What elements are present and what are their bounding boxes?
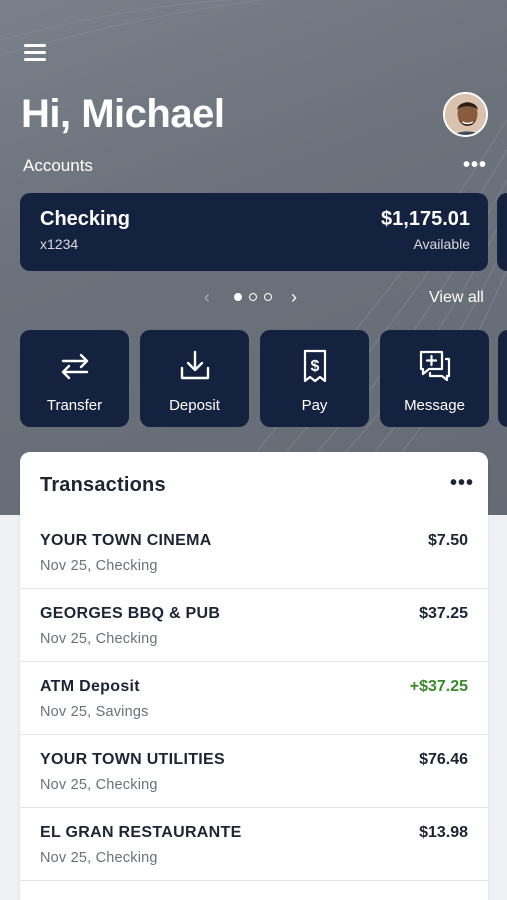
pay-icon: $ xyxy=(303,349,326,383)
greeting-title: Hi, Michael xyxy=(21,92,225,136)
transaction-detail: Nov 25, Checking xyxy=(40,558,158,574)
account-number: x1234 xyxy=(40,236,79,252)
accounts-label: Accounts xyxy=(23,156,93,175)
pager-dot-1[interactable] xyxy=(234,293,242,301)
more-actions-peek[interactable] xyxy=(498,330,507,427)
chevron-right-icon[interactable]: › xyxy=(291,287,297,308)
message-icon xyxy=(419,350,450,382)
menu-icon[interactable] xyxy=(24,44,46,62)
account-carousel-pager: ‹ › xyxy=(200,287,310,307)
transaction-merchant: GEORGES BBQ & PUB xyxy=(40,605,221,622)
transaction-amount: $37.25 xyxy=(419,605,468,622)
transaction-detail: Nov 25, Checking xyxy=(40,631,158,647)
svg-text:$: $ xyxy=(310,358,319,375)
message-button[interactable]: Message xyxy=(380,330,489,427)
transactions-more-button[interactable]: ••• xyxy=(450,472,474,495)
message-label: Message xyxy=(404,397,465,414)
view-all-accounts-link[interactable]: View all xyxy=(429,289,484,307)
transaction-amount: +$37.25 xyxy=(409,678,468,695)
next-account-card-peek[interactable] xyxy=(497,193,507,271)
pager-dot-2[interactable] xyxy=(249,293,257,301)
account-card-checking[interactable]: Checking x1234 $1,175.01 Available xyxy=(20,193,488,271)
transactions-card: Transactions ••• YOUR TOWN CINEMA Nov 25… xyxy=(20,452,488,900)
transaction-row[interactable]: YOUR TOWN UTILITIES Nov 25, Checking $76… xyxy=(20,735,488,808)
transaction-amount: $13.98 xyxy=(419,824,468,841)
deposit-button[interactable]: Deposit xyxy=(140,330,249,427)
transaction-row[interactable]: GEORGES BBQ & PUB Nov 25, Checking $37.2… xyxy=(20,589,488,662)
transfer-icon xyxy=(61,353,88,380)
pay-label: Pay xyxy=(301,397,328,414)
transaction-amount: $7.50 xyxy=(427,532,468,549)
transaction-row[interactable]: YOUR TOWN CINEMA Nov 25, Checking $7.50 xyxy=(20,516,488,589)
deposit-icon xyxy=(180,350,209,380)
transactions-title: Transactions xyxy=(40,474,166,496)
pay-button[interactable]: $ Pay xyxy=(260,330,369,427)
transaction-detail: Nov 25, Savings xyxy=(40,704,149,720)
transfer-button[interactable]: Transfer xyxy=(20,330,129,427)
transaction-merchant: ATM Deposit xyxy=(40,678,140,695)
avatar[interactable] xyxy=(443,92,488,137)
account-balance-label: Available xyxy=(413,236,470,252)
transfer-label: Transfer xyxy=(46,397,103,414)
transaction-row[interactable]: EL GRAN RESTAURANTE Nov 25, Checking $13… xyxy=(20,808,488,881)
header-background: Hi, Michael Accounts ••• Checking x1234 … xyxy=(0,0,507,515)
deposit-label: Deposit xyxy=(169,397,220,414)
transaction-detail: Nov 25, Checking xyxy=(40,850,158,866)
pager-dot-3[interactable] xyxy=(264,293,272,301)
account-balance: $1,175.01 xyxy=(381,208,470,230)
accounts-more-button[interactable]: ••• xyxy=(463,154,487,177)
transaction-detail: Nov 25, Checking xyxy=(40,777,158,793)
transaction-merchant: YOUR TOWN CINEMA xyxy=(40,532,212,549)
chevron-left-icon[interactable]: ‹ xyxy=(204,287,210,308)
account-name: Checking xyxy=(40,208,131,230)
transaction-row[interactable]: ATM Deposit Nov 25, Savings +$37.25 xyxy=(20,662,488,735)
transaction-merchant: YOUR TOWN UTILITIES xyxy=(40,751,225,768)
transaction-merchant: EL GRAN RESTAURANTE xyxy=(40,824,242,841)
transaction-amount: $76.46 xyxy=(419,751,468,768)
